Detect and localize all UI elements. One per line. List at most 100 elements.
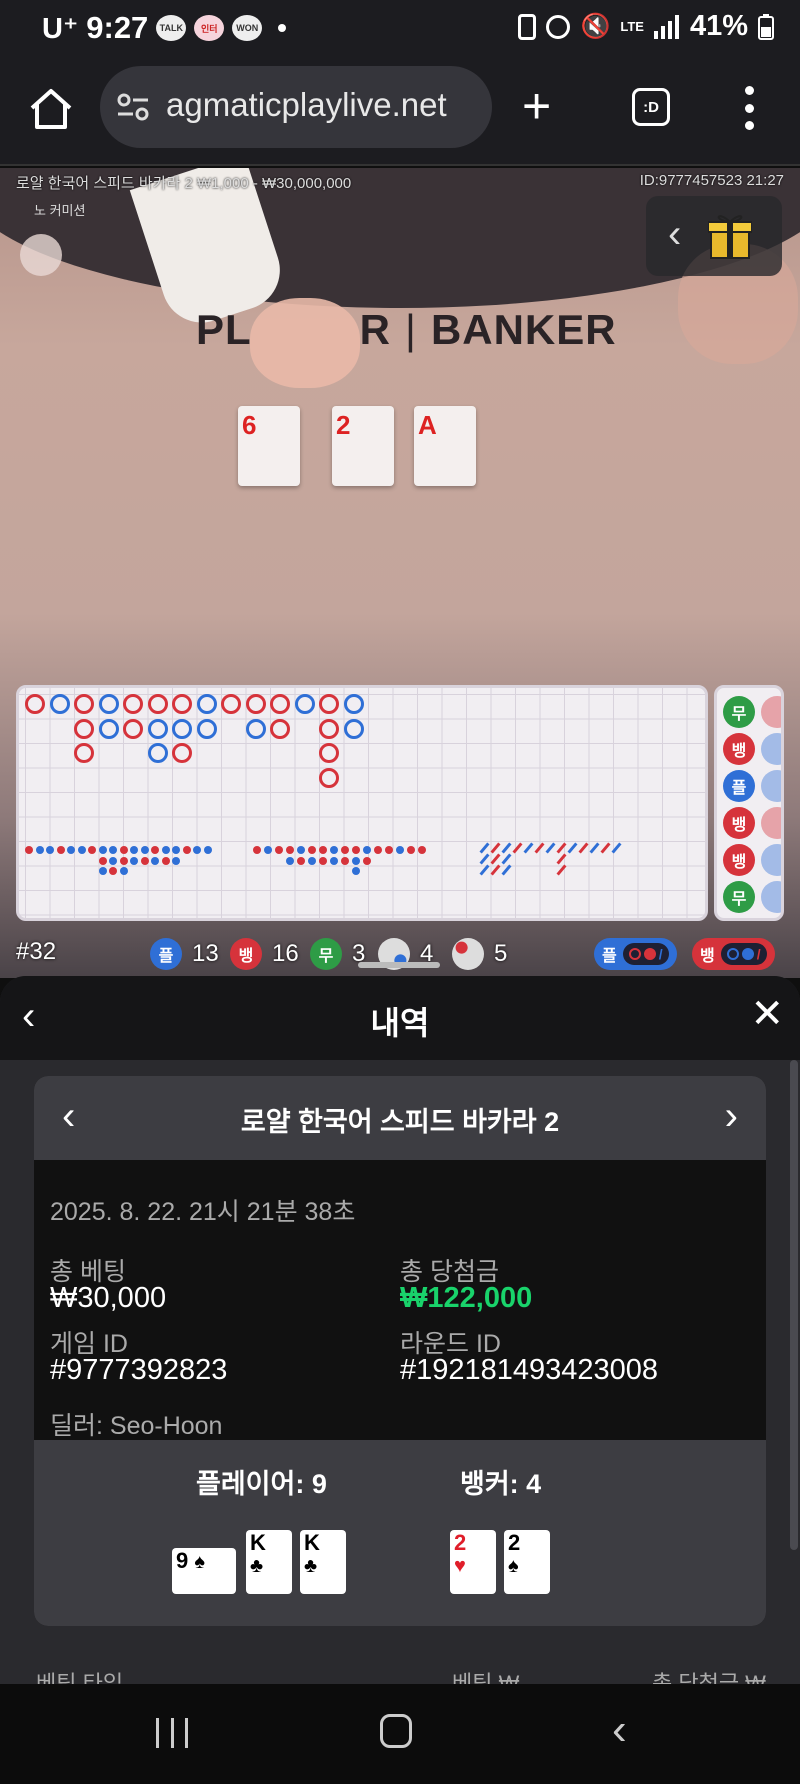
- banker-card: 2 ♠: [504, 1530, 550, 1594]
- tab-switcher-button[interactable]: :D: [632, 88, 670, 126]
- road-mark: [49, 694, 70, 714]
- road-slash: [589, 842, 600, 854]
- browser-toolbar: agmaticplaylive.net + :D: [0, 56, 800, 166]
- road-slash: [556, 864, 567, 876]
- road-dot: [352, 846, 360, 854]
- alarm-icon: [546, 14, 571, 39]
- road-mark: [25, 694, 45, 714]
- road-mark: [196, 694, 217, 714]
- road-dot: [341, 846, 349, 854]
- history-card: ‹ 로얄 한국어 스피드 바카라 2 › 2025. 8. 22. 21시 21…: [34, 1076, 766, 1626]
- banker-hand-label: 뱅커: 4: [460, 1469, 542, 1499]
- road-dot: [77, 846, 86, 854]
- road-dot: [172, 856, 180, 865]
- road-dot: [56, 846, 65, 854]
- browser-menu-icon[interactable]: [744, 86, 754, 130]
- road-slash: [490, 853, 501, 865]
- site-settings-icon[interactable]: [116, 92, 150, 122]
- signal-icon: [653, 14, 679, 39]
- road-mark: [147, 718, 168, 739]
- lte-icon: LTE: [620, 19, 644, 34]
- home-nav-icon[interactable]: [380, 1714, 412, 1748]
- road-dot: [35, 846, 44, 854]
- new-tab-icon[interactable]: +: [522, 81, 551, 131]
- battery-percent: 41%: [689, 10, 748, 42]
- road-mark: [123, 718, 143, 739]
- banker-predict-button[interactable]: 뱅 /: [692, 938, 775, 970]
- scoreboard-road[interactable]: [16, 685, 708, 921]
- road-dot: [203, 846, 212, 854]
- road-dot: [374, 846, 382, 854]
- address-bar[interactable]: agmaticplaylive.net: [100, 66, 492, 148]
- back-nav-icon[interactable]: ‹: [612, 1708, 627, 1752]
- banker-count-value: 16: [272, 940, 299, 967]
- screen: U⁺ 9:27 TALK 인터 WON 🔇 LTE 41% agmaticpla…: [0, 0, 800, 1784]
- player-predict-button[interactable]: 플 /: [594, 938, 677, 970]
- panel-title: 내역: [370, 1005, 430, 1041]
- video-control-button[interactable]: [20, 234, 62, 276]
- scrollbar[interactable]: [790, 1060, 798, 1550]
- bead-ghost: [761, 733, 781, 765]
- road-dot: [98, 846, 107, 854]
- bead-road-side[interactable]: 무 뱅 플 뱅 뱅 무: [714, 685, 784, 921]
- predict-pattern-icon: /: [720, 943, 767, 965]
- road-dot: [418, 846, 426, 854]
- drag-handle[interactable]: [358, 962, 440, 968]
- road-slash: [534, 842, 545, 854]
- road-dot: [352, 867, 360, 875]
- player-win-count: 플 13: [150, 938, 219, 970]
- road-slash: [556, 842, 567, 854]
- road-slash: [490, 864, 501, 876]
- road-mark: [245, 718, 266, 739]
- road-mark: [74, 743, 94, 763]
- predict-banker-label: 뱅: [700, 948, 715, 965]
- battery-saver-icon: [518, 13, 537, 40]
- road-dot: [297, 846, 305, 854]
- bank-notification-icon: 인터: [194, 15, 225, 41]
- next-round-icon[interactable]: ›: [725, 1096, 738, 1136]
- road-slash: [611, 842, 622, 854]
- predict-pattern-icon: /: [622, 943, 669, 965]
- bead-ghost: [761, 807, 781, 839]
- banker-card: 2 ♥: [450, 1530, 496, 1594]
- road-dot: [286, 846, 294, 854]
- table-info-label: 로얄 한국어 스피드 바카라 2 ₩1,000 - ₩30,000,000: [16, 175, 352, 192]
- game-name: 로얄 한국어 스피드 바카라 2: [240, 1107, 560, 1137]
- close-icon[interactable]: ✕: [750, 992, 784, 1036]
- road-mark: [294, 694, 315, 714]
- road-slash: [501, 864, 512, 876]
- round-id-value: #192181493423008: [400, 1354, 659, 1386]
- total-win-header: 총 당첨금 ₩: [652, 1671, 766, 1684]
- bead-ghost: [761, 881, 781, 913]
- banker-win-count: 뱅 16: [230, 938, 299, 970]
- bead-banker: 뱅: [723, 844, 755, 876]
- total-bet-value: ₩30,000: [50, 1282, 167, 1314]
- bead-tie: 무: [723, 881, 755, 913]
- banker-felt-label: BANKER: [430, 306, 617, 353]
- promotions-button[interactable]: ‹: [646, 196, 782, 276]
- battery-icon: [758, 13, 774, 40]
- road-mark: [270, 718, 290, 739]
- road-slash: [501, 842, 512, 854]
- player-felt-label: PL: [196, 306, 252, 353]
- player-count-value: 13: [192, 940, 219, 967]
- predict-player-label: 플: [602, 948, 617, 965]
- road-dot: [119, 846, 128, 854]
- road-dot: [109, 856, 117, 865]
- table-card: 2: [332, 406, 394, 486]
- road-slash: [600, 842, 611, 854]
- table-card: 6: [238, 406, 300, 486]
- no-commission-label: 노 커미션: [34, 203, 86, 218]
- round-number: #32: [16, 938, 57, 965]
- home-icon[interactable]: [28, 86, 74, 132]
- road-dot: [46, 846, 54, 854]
- dealer-hand: [250, 298, 360, 388]
- mute-icon: 🔇: [580, 13, 611, 40]
- road-slash: [479, 853, 490, 865]
- bet-type-header: 베팅 타입: [36, 1671, 124, 1684]
- url-text[interactable]: agmaticplaylive.net: [166, 86, 482, 124]
- road-dot: [396, 846, 404, 854]
- recent-apps-icon[interactable]: [156, 1718, 188, 1748]
- road-slash: [545, 842, 556, 854]
- road-dot: [319, 846, 327, 854]
